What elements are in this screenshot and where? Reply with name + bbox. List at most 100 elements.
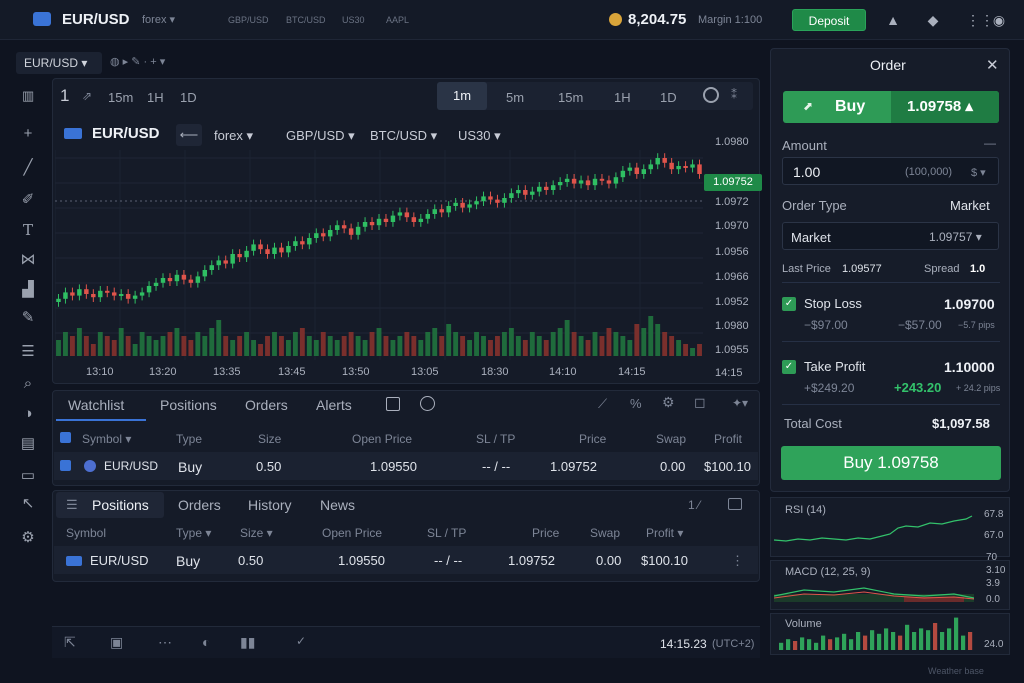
select-all-checkbox[interactable] xyxy=(60,432,71,443)
percent-icon[interactable]: % xyxy=(630,396,642,411)
brush-icon[interactable]: ✎ xyxy=(18,308,38,328)
buy-submit-button[interactable]: Buy 1.09758 xyxy=(781,446,1001,480)
volume-bar xyxy=(383,336,389,356)
settings-icon[interactable]: ◉ xyxy=(990,11,1008,29)
col-symbol[interactable]: Symbol ▾ xyxy=(82,432,131,446)
alert-add-icon[interactable]: ▲ xyxy=(884,11,902,29)
pcol-size[interactable]: Size ▾ xyxy=(240,526,273,540)
top-tab-gbpusd[interactable]: GBP/USD xyxy=(228,15,269,25)
stop-loss-value[interactable]: 1.09700 xyxy=(944,296,995,312)
buy-toggle-button[interactable]: ⬈ Buy 1.09758 ▴ xyxy=(783,91,999,123)
pen-icon[interactable]: ✐ xyxy=(18,190,38,210)
amount-input[interactable]: 1.00 (100,000) $ ▾ xyxy=(782,157,999,185)
quick-interval-1d[interactable]: 1D xyxy=(180,90,197,105)
chart-settings-icon[interactable]: ⁑ xyxy=(731,88,737,102)
stop-loss-sub1: −$97.00 xyxy=(804,318,848,332)
chart-line-icon[interactable]: ⟋ xyxy=(598,396,607,412)
quick-interval-1h[interactable]: 1H xyxy=(147,90,164,105)
stop-loss-checkbox[interactable]: ✓ xyxy=(782,297,796,311)
menu-icon[interactable]: ☰ xyxy=(66,497,78,513)
symbol-tab[interactable]: EUR/USD ▾ xyxy=(16,52,102,74)
top-symbol[interactable]: EUR/USD xyxy=(62,11,130,28)
text-tool-icon[interactable]: T xyxy=(18,220,38,240)
col-open-price: Open Price xyxy=(352,432,413,446)
row-checkbox[interactable] xyxy=(60,460,71,471)
layers-icon[interactable]: ▤ xyxy=(18,434,38,454)
candle-body xyxy=(446,206,451,213)
y-label: 1.0966 xyxy=(715,271,749,283)
expand-icon[interactable] xyxy=(728,498,742,510)
tab-positions[interactable]: Positions xyxy=(160,397,217,413)
top-category-dropdown[interactable]: forex ▾ xyxy=(142,13,175,26)
amount-collapse-icon[interactable]: — xyxy=(984,136,996,150)
quick-interval-15m[interactable]: 15m xyxy=(108,90,133,105)
tab-news[interactable]: News xyxy=(320,497,355,513)
deposit-button[interactable]: Deposit xyxy=(792,9,866,31)
gear-icon[interactable]: ⚙ xyxy=(18,528,38,548)
magnet-icon[interactable]: ◑ xyxy=(18,404,38,424)
clock-icon[interactable] xyxy=(703,87,719,103)
volume-bar xyxy=(481,336,486,356)
mini-volume-bar xyxy=(905,624,910,650)
take-profit-label: Take Profit xyxy=(804,359,866,374)
export-icon[interactable]: ⇱ xyxy=(64,634,76,651)
chat-icon[interactable]: ◻ xyxy=(694,394,706,411)
pin-icon[interactable]: ✦▾ xyxy=(732,396,748,410)
take-profit-value[interactable]: 1.10000 xyxy=(944,359,995,375)
compare-icon[interactable]: ⇗ xyxy=(82,89,92,103)
chart-symbol[interactable]: EUR/USD xyxy=(92,125,160,142)
row-menu-icon[interactable]: ⋮ xyxy=(731,553,744,569)
timeframe-1m[interactable]: 1m xyxy=(437,82,487,110)
search-icon[interactable] xyxy=(420,396,435,411)
pcol-type[interactable]: Type ▾ xyxy=(176,526,211,540)
volume-bar xyxy=(606,328,612,356)
chart-tab-btcusd[interactable]: BTC/USD ▾ xyxy=(370,128,437,144)
timeframe-15m[interactable]: 15m xyxy=(558,90,583,105)
top-tab-aapl[interactable]: AAPL xyxy=(386,15,409,25)
sliders-icon[interactable]: ⋯ xyxy=(158,634,172,651)
tab-positions-bottom[interactable]: Positions xyxy=(92,497,149,513)
crosshair-icon[interactable]: + xyxy=(18,124,38,144)
candlestick-chart[interactable] xyxy=(55,150,703,360)
globe-icon[interactable]: ◐ xyxy=(202,634,210,650)
chart-bars-icon[interactable]: ▥ xyxy=(22,88,40,104)
grid-menu-icon[interactable]: ⋮⋮ xyxy=(966,11,994,29)
candle-body xyxy=(355,226,361,235)
top-bar: EUR/USD forex ▾ GBP/USD BTC/USD US30 AAP… xyxy=(0,0,1024,40)
tab-orders-bottom[interactable]: Orders xyxy=(178,497,221,513)
timeframe-1h[interactable]: 1H xyxy=(614,90,631,105)
candle-body xyxy=(258,244,263,250)
volume-bar xyxy=(132,344,138,356)
trendline-icon[interactable]: ╱ xyxy=(18,158,38,178)
chart-category[interactable]: forex ▾ xyxy=(214,128,253,144)
tab-watchlist[interactable]: Watchlist xyxy=(68,397,124,413)
take-profit-checkbox[interactable]: ✓ xyxy=(782,360,796,374)
market-select[interactable]: Market 1.09757 ▾ xyxy=(782,222,999,250)
cursor-icon[interactable]: ↖ xyxy=(18,494,38,514)
tab-alerts[interactable]: Alerts xyxy=(316,397,352,413)
bars-tool-icon[interactable]: ▟ xyxy=(18,280,38,300)
bell-icon[interactable]: ◆ xyxy=(924,11,942,29)
zoom-icon[interactable]: ⌕ xyxy=(18,374,38,394)
panel-icon[interactable]: ▭ xyxy=(18,466,38,486)
pcol-profit[interactable]: Profit ▾ xyxy=(646,526,683,540)
interval-1[interactable]: 1 xyxy=(60,86,69,106)
list-icon[interactable]: ☰ xyxy=(18,342,38,362)
chart-tab-gbpusd[interactable]: GBP/USD ▾ xyxy=(286,128,355,144)
save-icon[interactable]: ▣ xyxy=(110,634,123,651)
square-icon[interactable] xyxy=(386,397,400,411)
timeframe-1d[interactable]: 1D xyxy=(660,90,677,105)
timeframe-5m[interactable]: 5m xyxy=(506,90,524,105)
tab-history[interactable]: History xyxy=(248,497,292,513)
back-arrow-icon[interactable]: ⟵ xyxy=(176,124,202,146)
pattern-icon[interactable]: ⋈ xyxy=(18,250,38,270)
top-tab-us30[interactable]: US30 xyxy=(342,15,365,25)
top-tab-btcusd[interactable]: BTC/USD xyxy=(286,15,326,25)
amount-currency[interactable]: $ ▾ xyxy=(971,166,986,179)
close-icon[interactable]: ✕ xyxy=(986,56,999,74)
tab-orders[interactable]: Orders xyxy=(245,397,288,413)
symbol-tab-tools[interactable]: ◍ ▸ ✎ · + ▾ xyxy=(110,55,165,68)
stats-icon[interactable]: ▮▮ xyxy=(240,634,255,651)
cog-icon[interactable]: ⚙ xyxy=(662,394,675,411)
chart-tab-us30[interactable]: US30 ▾ xyxy=(458,128,501,144)
